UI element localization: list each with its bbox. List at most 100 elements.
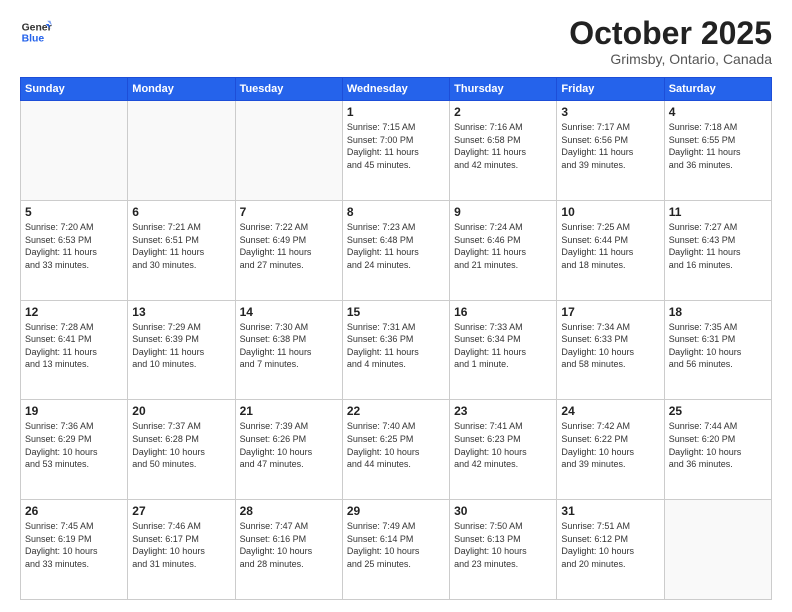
day-info: Sunrise: 7:24 AM Sunset: 6:46 PM Dayligh… (454, 221, 552, 271)
day-info: Sunrise: 7:16 AM Sunset: 6:58 PM Dayligh… (454, 121, 552, 171)
day-number: 15 (347, 305, 445, 319)
weekday-header-tuesday: Tuesday (235, 78, 342, 101)
day-number: 6 (132, 205, 230, 219)
day-number: 31 (561, 504, 659, 518)
calendar-cell: 20 Sunrise: 7:37 AM Sunset: 6:28 PM Dayli… (128, 400, 235, 500)
day-number: 9 (454, 205, 552, 219)
calendar-cell: 30 Sunrise: 7:50 AM Sunset: 6:13 PM Dayli… (450, 500, 557, 600)
calendar-cell: 13Sunrise: 7:29 AM Sunset: 6:39 PM Dayli… (128, 300, 235, 400)
day-info: Sunrise: 7:40 AM Sunset: 6:25 PM Dayligh… (347, 420, 445, 470)
calendar-cell: 14 Sunrise: 7:30 AM Sunset: 6:38 PM Dayli… (235, 300, 342, 400)
month-title: October 2025 (569, 16, 772, 51)
calendar-cell: 10 Sunrise: 7:25 AM Sunset: 6:44 PM Dayli… (557, 200, 664, 300)
day-number: 27 (132, 504, 230, 518)
calendar-cell: 23 Sunrise: 7:41 AM Sunset: 6:23 PM Dayli… (450, 400, 557, 500)
day-info: Sunrise: 7:35 AM Sunset: 6:31 PM Dayligh… (669, 321, 767, 371)
week-row-3: 12 Sunrise: 7:28 AM Sunset: 6:41 PM Dayli… (21, 300, 772, 400)
day-number: 7 (240, 205, 338, 219)
day-number: 10 (561, 205, 659, 219)
calendar-cell: 2 Sunrise: 7:16 AM Sunset: 6:58 PM Daylig… (450, 101, 557, 201)
calendar-cell: 5 Sunrise: 7:20 AM Sunset: 6:53 PM Daylig… (21, 200, 128, 300)
day-number: 20 (132, 404, 230, 418)
day-number: 4 (669, 105, 767, 119)
calendar-cell: 19Sunrise: 7:36 AM Sunset: 6:29 PM Dayli… (21, 400, 128, 500)
day-number: 23 (454, 404, 552, 418)
calendar-table: SundayMondayTuesdayWednesdayThursdayFrid… (20, 77, 772, 600)
calendar-cell: 6 Sunrise: 7:21 AM Sunset: 6:51 PM Daylig… (128, 200, 235, 300)
day-number: 2 (454, 105, 552, 119)
day-info: Sunrise: 7:21 AM Sunset: 6:51 PM Dayligh… (132, 221, 230, 271)
calendar-cell: 16Sunrise: 7:33 AM Sunset: 6:34 PM Dayli… (450, 300, 557, 400)
day-info: Sunrise: 7:34 AM Sunset: 6:33 PM Dayligh… (561, 321, 659, 371)
calendar-cell: 18 Sunrise: 7:35 AM Sunset: 6:31 PM Dayli… (664, 300, 771, 400)
day-info: Sunrise: 7:46 AM Sunset: 6:17 PM Dayligh… (132, 520, 230, 570)
day-number: 17 (561, 305, 659, 319)
header: General Blue October 2025 Grimsby, Ontar… (20, 16, 772, 67)
day-number: 18 (669, 305, 767, 319)
page: General Blue October 2025 Grimsby, Ontar… (0, 0, 792, 612)
calendar-cell: 15 Sunrise: 7:31 AM Sunset: 6:36 PM Dayli… (342, 300, 449, 400)
day-info: Sunrise: 7:22 AM Sunset: 6:49 PM Dayligh… (240, 221, 338, 271)
day-info: Sunrise: 7:51 AM Sunset: 6:12 PM Dayligh… (561, 520, 659, 570)
calendar-cell: 21Sunrise: 7:39 AM Sunset: 6:26 PM Dayli… (235, 400, 342, 500)
weekday-header-friday: Friday (557, 78, 664, 101)
day-info: Sunrise: 7:42 AM Sunset: 6:22 PM Dayligh… (561, 420, 659, 470)
day-number: 29 (347, 504, 445, 518)
day-info: Sunrise: 7:44 AM Sunset: 6:20 PM Dayligh… (669, 420, 767, 470)
day-number: 24 (561, 404, 659, 418)
calendar-cell: 7 Sunrise: 7:22 AM Sunset: 6:49 PM Daylig… (235, 200, 342, 300)
day-info: Sunrise: 7:17 AM Sunset: 6:56 PM Dayligh… (561, 121, 659, 171)
day-info: Sunrise: 7:15 AM Sunset: 7:00 PM Dayligh… (347, 121, 445, 171)
day-number: 5 (25, 205, 123, 219)
day-info: Sunrise: 7:28 AM Sunset: 6:41 PM Dayligh… (25, 321, 123, 371)
svg-text:Blue: Blue (22, 34, 45, 45)
day-number: 30 (454, 504, 552, 518)
day-info: Sunrise: 7:41 AM Sunset: 6:23 PM Dayligh… (454, 420, 552, 470)
day-info: Sunrise: 7:18 AM Sunset: 6:55 PM Dayligh… (669, 121, 767, 171)
day-number: 19 (25, 404, 123, 418)
calendar-cell: 31 Sunrise: 7:51 AM Sunset: 6:12 PM Dayli… (557, 500, 664, 600)
day-info: Sunrise: 7:37 AM Sunset: 6:28 PM Dayligh… (132, 420, 230, 470)
logo-icon: General Blue (20, 16, 52, 48)
calendar-cell: 11 Sunrise: 7:27 AM Sunset: 6:43 PM Dayli… (664, 200, 771, 300)
calendar-cell: 3Sunrise: 7:17 AM Sunset: 6:56 PM Daylig… (557, 101, 664, 201)
week-row-1: 1Sunrise: 7:15 AM Sunset: 7:00 PM Daylig… (21, 101, 772, 201)
calendar-cell: 24 Sunrise: 7:42 AM Sunset: 6:22 PM Dayli… (557, 400, 664, 500)
day-number: 21 (240, 404, 338, 418)
day-number: 16 (454, 305, 552, 319)
day-number: 12 (25, 305, 123, 319)
calendar-cell: 4 Sunrise: 7:18 AM Sunset: 6:55 PM Daylig… (664, 101, 771, 201)
calendar-cell: 8Sunrise: 7:23 AM Sunset: 6:48 PM Daylig… (342, 200, 449, 300)
day-info: Sunrise: 7:45 AM Sunset: 6:19 PM Dayligh… (25, 520, 123, 570)
day-number: 22 (347, 404, 445, 418)
day-number: 26 (25, 504, 123, 518)
day-info: Sunrise: 7:27 AM Sunset: 6:43 PM Dayligh… (669, 221, 767, 271)
calendar-cell: 25 Sunrise: 7:44 AM Sunset: 6:20 PM Dayli… (664, 400, 771, 500)
calendar-cell (21, 101, 128, 201)
day-number: 28 (240, 504, 338, 518)
day-info: Sunrise: 7:20 AM Sunset: 6:53 PM Dayligh… (25, 221, 123, 271)
day-info: Sunrise: 7:25 AM Sunset: 6:44 PM Dayligh… (561, 221, 659, 271)
day-info: Sunrise: 7:29 AM Sunset: 6:39 PM Dayligh… (132, 321, 230, 371)
day-info: Sunrise: 7:31 AM Sunset: 6:36 PM Dayligh… (347, 321, 445, 371)
title-block: October 2025 Grimsby, Ontario, Canada (569, 16, 772, 67)
calendar-cell: 17 Sunrise: 7:34 AM Sunset: 6:33 PM Dayli… (557, 300, 664, 400)
day-number: 14 (240, 305, 338, 319)
logo: General Blue (20, 16, 52, 48)
day-number: 25 (669, 404, 767, 418)
day-info: Sunrise: 7:30 AM Sunset: 6:38 PM Dayligh… (240, 321, 338, 371)
location-subtitle: Grimsby, Ontario, Canada (569, 51, 772, 67)
day-number: 11 (669, 205, 767, 219)
weekday-header-monday: Monday (128, 78, 235, 101)
day-info: Sunrise: 7:49 AM Sunset: 6:14 PM Dayligh… (347, 520, 445, 570)
calendar-cell: 22 Sunrise: 7:40 AM Sunset: 6:25 PM Dayli… (342, 400, 449, 500)
weekday-header-saturday: Saturday (664, 78, 771, 101)
calendar-cell (664, 500, 771, 600)
weekday-header-wednesday: Wednesday (342, 78, 449, 101)
calendar-cell: 28Sunrise: 7:47 AM Sunset: 6:16 PM Dayli… (235, 500, 342, 600)
calendar-cell: 12 Sunrise: 7:28 AM Sunset: 6:41 PM Dayli… (21, 300, 128, 400)
day-number: 8 (347, 205, 445, 219)
week-row-4: 19Sunrise: 7:36 AM Sunset: 6:29 PM Dayli… (21, 400, 772, 500)
calendar-cell: 29 Sunrise: 7:49 AM Sunset: 6:14 PM Dayli… (342, 500, 449, 600)
day-info: Sunrise: 7:50 AM Sunset: 6:13 PM Dayligh… (454, 520, 552, 570)
